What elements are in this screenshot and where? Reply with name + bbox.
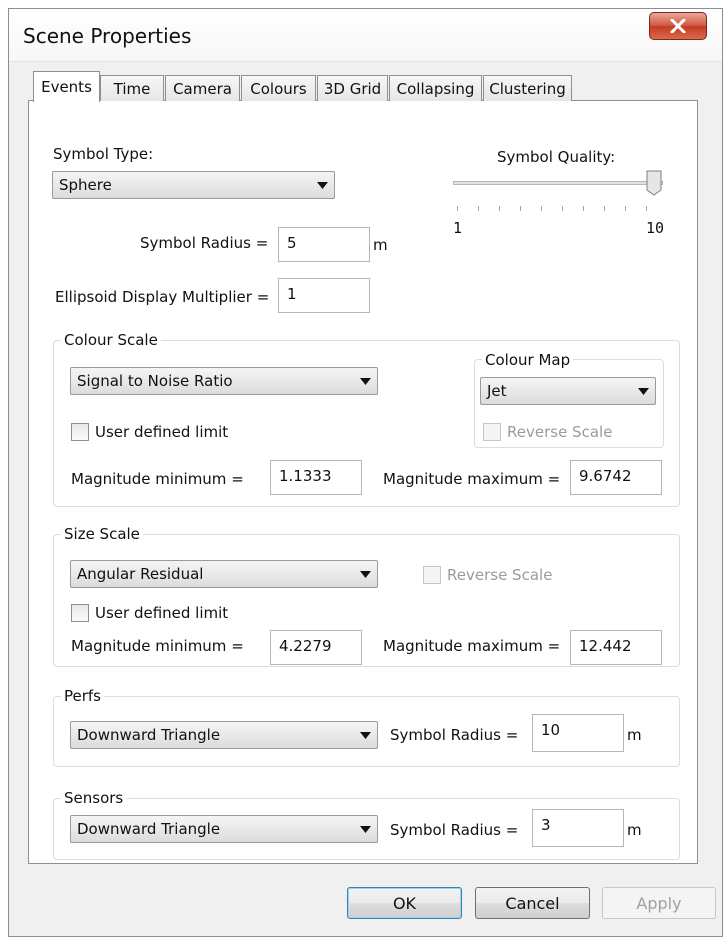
perfs-title: Perfs	[61, 687, 105, 705]
tab-events[interactable]: Events	[33, 71, 100, 102]
colour-map-dropdown[interactable]: Jet	[480, 377, 656, 405]
perfs-radius-label: Symbol Radius =	[390, 726, 519, 744]
symbol-type-value: Sphere	[59, 176, 112, 194]
perfs-symbol-dropdown[interactable]: Downward Triangle	[70, 721, 378, 749]
tab-3d-grid[interactable]: 3D Grid	[317, 75, 388, 101]
size-magnitude-min-input[interactable]: 4.2279	[270, 630, 362, 665]
close-icon	[670, 19, 686, 33]
tab-clustering[interactable]: Clustering	[483, 75, 572, 101]
colour-magnitude-min-label: Magnitude minimum =	[71, 470, 244, 488]
slider-tick	[625, 206, 626, 211]
sensors-radius-unit: m	[627, 821, 642, 839]
colour-scale-title: Colour Scale	[61, 331, 161, 349]
close-button[interactable]	[649, 12, 707, 40]
tab-time[interactable]: Time	[100, 75, 164, 101]
symbol-radius-label: Symbol Radius =	[140, 234, 269, 252]
perfs-symbol-value: Downward Triangle	[77, 726, 221, 744]
symbol-radius-input[interactable]: 5	[278, 227, 370, 262]
size-scale-dropdown[interactable]: Angular Residual	[70, 560, 378, 588]
sensors-radius-label: Symbol Radius =	[390, 821, 519, 839]
chevron-down-icon	[353, 368, 377, 394]
ok-button[interactable]: OK	[347, 887, 462, 919]
colour-map-title: Colour Map	[482, 351, 574, 369]
chevron-down-icon	[353, 722, 377, 748]
slider-tick	[583, 206, 584, 211]
slider-tick	[499, 206, 500, 211]
cancel-button[interactable]: Cancel	[475, 887, 590, 919]
symbol-type-label: Symbol Type:	[53, 145, 154, 163]
size-scale-title: Size Scale	[61, 525, 143, 543]
size-magnitude-max-label: Magnitude maximum =	[383, 637, 561, 655]
symbol-type-dropdown[interactable]: Sphere	[52, 171, 335, 199]
slider-tick	[562, 206, 563, 211]
ellipsoid-multiplier-input[interactable]: 1	[278, 278, 370, 313]
size-reverse-label: Reverse Scale	[447, 566, 553, 584]
chevron-down-icon	[310, 172, 334, 198]
size-magnitude-min-label: Magnitude minimum =	[71, 637, 244, 655]
colour-scale-value: Signal to Noise Ratio	[77, 372, 233, 390]
size-user-limit-label: User defined limit	[95, 604, 229, 622]
ellipsoid-multiplier-label: Ellipsoid Display Multiplier =	[55, 288, 270, 306]
colour-scale-dropdown[interactable]: Signal to Noise Ratio	[70, 367, 378, 395]
size-user-limit-checkbox[interactable]	[71, 604, 89, 622]
chevron-down-icon	[353, 561, 377, 587]
slider-tick	[457, 206, 458, 211]
size-reverse-checkbox[interactable]	[423, 566, 441, 584]
tab-collapsing[interactable]: Collapsing	[389, 75, 482, 101]
symbol-quality-slider[interactable]	[451, 170, 666, 210]
colour-magnitude-min-input[interactable]: 1.1333	[270, 460, 362, 495]
slider-tick	[541, 206, 542, 211]
sensors-symbol-dropdown[interactable]: Downward Triangle	[70, 815, 378, 843]
colour-magnitude-max-label: Magnitude maximum =	[383, 470, 561, 488]
apply-button[interactable]: Apply	[602, 887, 716, 919]
slider-tick	[604, 206, 605, 211]
symbol-radius-unit: m	[373, 236, 388, 254]
colour-user-limit-checkbox[interactable]	[71, 423, 89, 441]
sensors-radius-input[interactable]: 3	[532, 809, 624, 847]
slider-max-label: 10	[646, 219, 665, 237]
colour-map-reverse-checkbox[interactable]	[483, 423, 501, 441]
slider-tick	[520, 206, 521, 211]
window-title: Scene Properties	[23, 24, 192, 48]
sensors-title: Sensors	[61, 789, 127, 807]
colour-magnitude-max-input[interactable]: 9.6742	[570, 460, 662, 495]
slider-min-label: 1	[453, 219, 463, 237]
colour-map-value: Jet	[487, 382, 507, 400]
tab-camera[interactable]: Camera	[165, 75, 240, 101]
slider-tick	[478, 206, 479, 211]
slider-tick	[646, 206, 647, 211]
perfs-radius-input[interactable]: 10	[532, 714, 624, 752]
slider-track	[453, 181, 663, 185]
slider-thumb[interactable]	[646, 170, 662, 196]
tab-colours[interactable]: Colours	[241, 75, 316, 101]
sensors-symbol-value: Downward Triangle	[77, 820, 221, 838]
colour-map-reverse-label: Reverse Scale	[507, 423, 613, 441]
chevron-down-icon	[353, 816, 377, 842]
perfs-radius-unit: m	[627, 726, 642, 744]
size-magnitude-max-input[interactable]: 12.442	[570, 630, 662, 665]
colour-user-limit-label: User defined limit	[95, 423, 229, 441]
symbol-quality-label: Symbol Quality:	[497, 148, 616, 166]
chevron-down-icon	[631, 378, 655, 404]
size-scale-value: Angular Residual	[77, 565, 204, 583]
